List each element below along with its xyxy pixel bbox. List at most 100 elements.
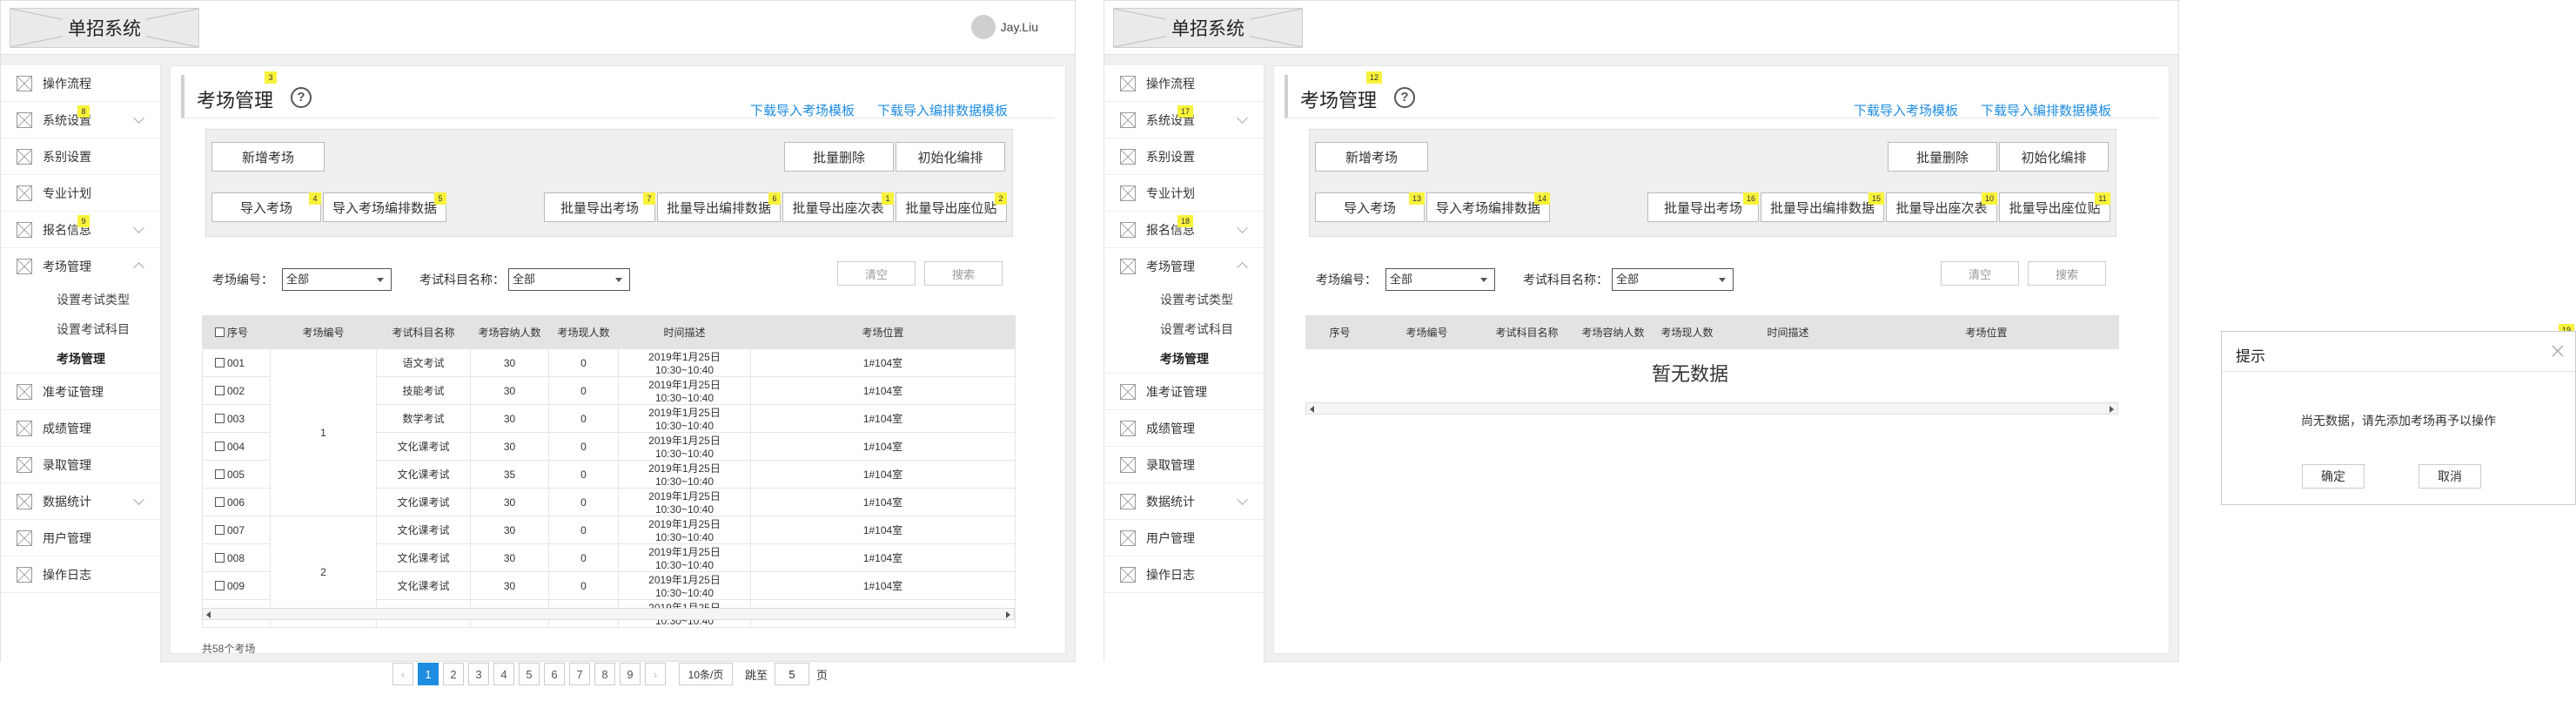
scroll-right-icon[interactable] [1006,611,1010,618]
next-page-button[interactable]: › [645,663,666,685]
import-room-button[interactable]: 导入考场 [211,192,321,222]
room-no-select[interactable]: 全部 [1385,268,1495,291]
placeholder-icon [1120,185,1136,201]
sidebar-item-signup[interactable]: 报名信息 9 [1,212,160,248]
export-seat-table-button[interactable]: 批量导出座次表 [782,192,894,222]
clear-button[interactable]: 清空 [1941,261,2019,286]
sidebar-item-admission[interactable]: 录取管理 [1,447,160,483]
sidebar-subitem-exam-type[interactable]: 设置考试类型 [1104,285,1264,314]
init-arrange-button[interactable]: 初始化编排 [1999,142,2109,172]
sidebar-subitem-exam-subject[interactable]: 设置考试科目 [1,314,160,344]
sidebar-item-exam-room[interactable]: 考场管理 [1,248,160,285]
add-room-button[interactable]: 新增考场 [1315,142,1428,172]
row-checkbox[interactable] [215,441,225,451]
sidebar-item-major-plan[interactable]: 专业计划 [1104,175,1264,212]
sidebar-item-admission[interactable]: 录取管理 [1104,447,1264,483]
table-horizontal-scrollbar[interactable] [1305,402,2118,415]
export-arrange-button[interactable]: 批量导出编排数据 [1761,192,1884,222]
download-arrange-template-link[interactable]: 下载导入编排数据模板 [877,101,1008,119]
table-horizontal-scrollbar[interactable] [202,608,1015,620]
page-button[interactable]: 6 [544,663,565,685]
sidebar-item-departments[interactable]: 系别设置 [1,138,160,175]
sidebar-item-scores[interactable]: 成绩管理 [1,410,160,447]
row-checkbox[interactable] [215,496,225,507]
table-row[interactable]: 001 1 语文考试 30 0 2019年1月25日 10:30~10:40 1#104室 [202,348,1016,516]
export-seat-label-button[interactable]: 批量导出座位贴 [1999,192,2110,222]
export-arrange-button[interactable]: 批量导出编排数据 [657,192,781,222]
user-menu[interactable]: Jay.Liu [970,15,1038,39]
sidebar-item-system[interactable]: 系统设置 17 [1104,102,1264,138]
page-button[interactable]: 3 [468,663,489,685]
room-no-select[interactable]: 全部 [282,268,392,291]
sidebar-item-scores[interactable]: 成绩管理 [1104,410,1264,447]
download-room-template-link[interactable]: 下载导入考场模板 [1854,101,1958,119]
init-arrange-button[interactable]: 初始化编排 [896,142,1005,172]
sidebar-item-admission-ticket[interactable]: 准考证管理 [1104,374,1264,410]
row-checkbox[interactable] [215,552,225,563]
page-size-select[interactable]: 10条/页 [679,663,733,685]
import-arrange-button[interactable]: 导入考场编排数据 [1426,192,1550,222]
cancel-button[interactable]: 取消 [2418,464,2481,489]
search-button[interactable]: 搜索 [2028,261,2106,286]
sidebar-item-workflow[interactable]: 操作流程 [1,65,160,102]
export-seat-table-button[interactable]: 批量导出座次表 [1886,192,1997,222]
sidebar-item-users[interactable]: 用户管理 [1104,520,1264,556]
export-room-button[interactable]: 批量导出考场 [544,192,655,222]
sidebar-subitem-exam-room[interactable]: 考场管理 [1,344,160,374]
sidebar-item-exam-room[interactable]: 考场管理 [1104,248,1264,285]
row-checkbox[interactable] [215,413,225,423]
import-arrange-button[interactable]: 导入考场编排数据 [323,192,446,222]
export-room-button[interactable]: 批量导出考场 [1647,192,1759,222]
sidebar-subitem-exam-type[interactable]: 设置考试类型 [1,285,160,314]
add-room-button[interactable]: 新增考场 [211,142,325,172]
sidebar-item-statistics[interactable]: 数据统计 [1,483,160,520]
sidebar-item-label: 录取管理 [43,457,91,472]
scroll-right-icon[interactable] [2110,406,2114,413]
sidebar-item-departments[interactable]: 系别设置 [1104,138,1264,175]
jump-page-input[interactable]: 5 [775,663,810,685]
scroll-left-icon[interactable] [1310,406,1314,413]
placeholder-icon [1120,111,1136,128]
sidebar-item-users[interactable]: 用户管理 [1,520,160,556]
sidebar-item-statistics[interactable]: 数据统计 [1104,483,1264,520]
row-checkbox[interactable] [215,385,225,395]
row-checkbox[interactable] [215,580,225,590]
confirm-button[interactable]: 确定 [2302,464,2365,489]
row-checkbox[interactable] [215,469,225,479]
table-row[interactable]: 007 2 文化课考试 30 0 2019年1月25日 10:30~10:40 1#104室 [202,516,1016,628]
sidebar-item-admission-ticket[interactable]: 准考证管理 [1,374,160,410]
page-button[interactable]: 2 [443,663,464,685]
sidebar-item-logs[interactable]: 操作日志 [1,556,160,593]
avatar[interactable] [970,15,996,39]
row-checkbox[interactable] [215,524,225,535]
batch-delete-button[interactable]: 批量删除 [784,142,894,172]
page-button[interactable]: 8 [594,663,615,685]
scroll-left-icon[interactable] [206,611,211,618]
export-seat-label-button[interactable]: 批量导出座位贴 [896,192,1007,222]
sidebar-item-system[interactable]: 系统设置 8 [1,102,160,138]
sidebar-item-workflow[interactable]: 操作流程 [1104,65,1264,102]
page-button[interactable]: 9 [620,663,641,685]
sidebar-item-major-plan[interactable]: 专业计划 [1,175,160,212]
search-button[interactable]: 搜索 [924,261,1003,286]
download-room-template-link[interactable]: 下载导入考场模板 [750,101,855,119]
download-arrange-template-link[interactable]: 下载导入编排数据模板 [1981,101,2111,119]
clear-button[interactable]: 清空 [837,261,916,286]
help-icon[interactable]: ? [1394,87,1415,108]
sidebar-item-signup[interactable]: 报名信息 18 [1104,212,1264,248]
sidebar-subitem-exam-subject[interactable]: 设置考试科目 [1104,314,1264,344]
prev-page-button[interactable]: ‹ [392,663,413,685]
sidebar-subitem-exam-room[interactable]: 考场管理 [1104,344,1264,374]
subject-select[interactable]: 全部 [1612,268,1734,291]
page-button[interactable]: 1 [418,663,439,685]
close-icon[interactable] [2551,344,2565,358]
page-button[interactable]: 5 [519,663,540,685]
help-icon[interactable]: ? [291,87,312,108]
subject-select[interactable]: 全部 [508,268,630,291]
select-all-checkbox[interactable] [215,327,225,337]
row-checkbox[interactable] [215,357,225,367]
page-button[interactable]: 7 [569,663,590,685]
batch-delete-button[interactable]: 批量删除 [1888,142,1997,172]
sidebar-item-logs[interactable]: 操作日志 [1104,556,1264,593]
page-button[interactable]: 4 [493,663,514,685]
